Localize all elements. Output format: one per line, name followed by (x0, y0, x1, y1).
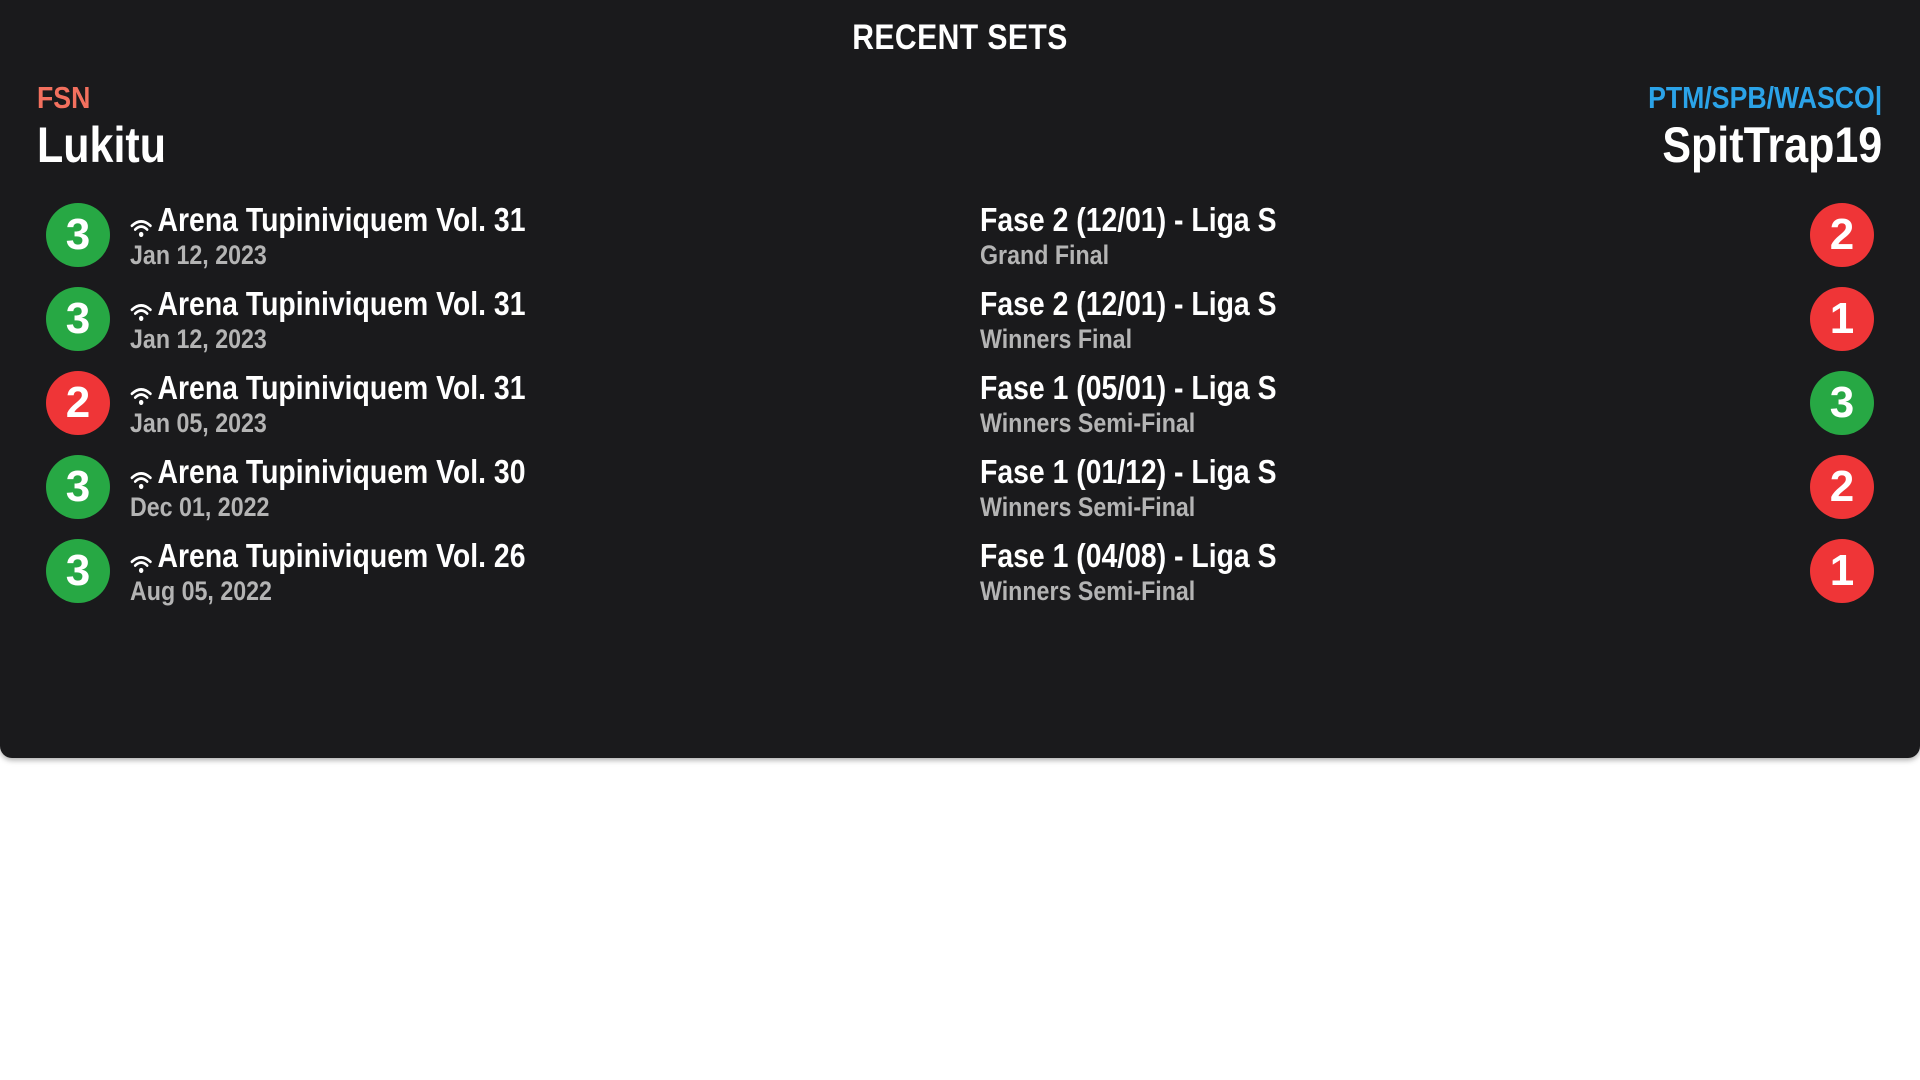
set-date: Dec 01, 2022 (130, 492, 270, 522)
tournament-name: Arena Tupiniviquem Vol. 31 (157, 369, 526, 406)
set-row: 3 Arena Tupiniviquem Vol. 31 Jan 12, 202… (0, 284, 1920, 368)
wifi-icon (130, 377, 152, 406)
set-date: Jan 12, 2023 (130, 240, 267, 270)
set-date: Aug 05, 2022 (130, 576, 272, 606)
left-score-badge: 3 (46, 455, 110, 519)
round-name: Winners Semi-Final (980, 492, 1196, 522)
tournament-info: Arena Tupiniviquem Vol. 31 Jan 05, 2023 (130, 368, 590, 438)
event-name: Fase 2 (12/01) - Liga S (980, 201, 1277, 238)
wifi-icon (130, 545, 152, 574)
left-score-badge: 3 (46, 203, 110, 267)
event-name: Fase 1 (05/01) - Liga S (980, 369, 1277, 406)
set-row: 2 Arena Tupiniviquem Vol. 31 Jan 05, 202… (0, 368, 1920, 452)
player-left-sponsor: FSN (37, 80, 91, 115)
right-score-badge: 2 (1810, 455, 1874, 519)
player-right-name: SpitTrap19 (1662, 117, 1882, 173)
event-info: Fase 1 (01/12) - Liga S Winners Semi-Fin… (980, 452, 1325, 522)
player-left: FSN Lukitu (37, 80, 187, 174)
tournament-name: Arena Tupiniviquem Vol. 26 (157, 537, 526, 574)
wifi-icon (130, 461, 152, 490)
recent-sets-panel: RECENT SETS FSN Lukitu PTM/SPB/WASCO| Sp… (0, 0, 1920, 758)
left-score-badge: 2 (46, 371, 110, 435)
player-right-sponsor: PTM/SPB/WASCO| (1647, 80, 1882, 115)
round-name: Winners Final (980, 324, 1133, 354)
player-right: PTM/SPB/WASCO| SpitTrap19 (1610, 80, 1882, 174)
sets-list: 3 Arena Tupiniviquem Vol. 31 Jan 12, 202… (0, 200, 1920, 620)
tournament-info: Arena Tupiniviquem Vol. 31 Jan 12, 2023 (130, 284, 590, 354)
left-score-badge: 3 (46, 287, 110, 351)
tournament-info: Arena Tupiniviquem Vol. 31 Jan 12, 2023 (130, 200, 590, 270)
event-info: Fase 1 (05/01) - Liga S Winners Semi-Fin… (980, 368, 1325, 438)
event-name: Fase 1 (01/12) - Liga S (980, 453, 1277, 490)
player-left-name: Lukitu (37, 117, 166, 173)
round-name: Grand Final (980, 240, 1110, 270)
tournament-info: Arena Tupiniviquem Vol. 26 Aug 05, 2022 (130, 536, 590, 606)
set-row: 3 Arena Tupiniviquem Vol. 30 Dec 01, 202… (0, 452, 1920, 536)
left-score-badge: 3 (46, 539, 110, 603)
set-date: Jan 12, 2023 (130, 324, 267, 354)
wifi-icon (130, 293, 152, 322)
right-score-badge: 3 (1810, 371, 1874, 435)
event-info: Fase 2 (12/01) - Liga S Winners Final (980, 284, 1325, 354)
set-row: 3 Arena Tupiniviquem Vol. 26 Aug 05, 202… (0, 536, 1920, 620)
wifi-icon (130, 209, 152, 238)
round-name: Winners Semi-Final (980, 576, 1196, 606)
event-info: Fase 1 (04/08) - Liga S Winners Semi-Fin… (980, 536, 1325, 606)
event-name: Fase 1 (04/08) - Liga S (980, 537, 1277, 574)
tournament-name: Arena Tupiniviquem Vol. 31 (157, 201, 526, 238)
tournament-name: Arena Tupiniviquem Vol. 31 (157, 285, 526, 322)
set-row: 3 Arena Tupiniviquem Vol. 31 Jan 12, 202… (0, 200, 1920, 284)
event-info: Fase 2 (12/01) - Liga S Grand Final (980, 200, 1325, 270)
tournament-info: Arena Tupiniviquem Vol. 30 Dec 01, 2022 (130, 452, 590, 522)
event-name: Fase 2 (12/01) - Liga S (980, 285, 1277, 322)
right-score-badge: 1 (1810, 539, 1874, 603)
right-score-badge: 1 (1810, 287, 1874, 351)
panel-title: RECENT SETS (852, 18, 1068, 57)
tournament-name: Arena Tupiniviquem Vol. 30 (157, 453, 526, 490)
set-date: Jan 05, 2023 (130, 408, 267, 438)
round-name: Winners Semi-Final (980, 408, 1196, 438)
right-score-badge: 2 (1810, 203, 1874, 267)
